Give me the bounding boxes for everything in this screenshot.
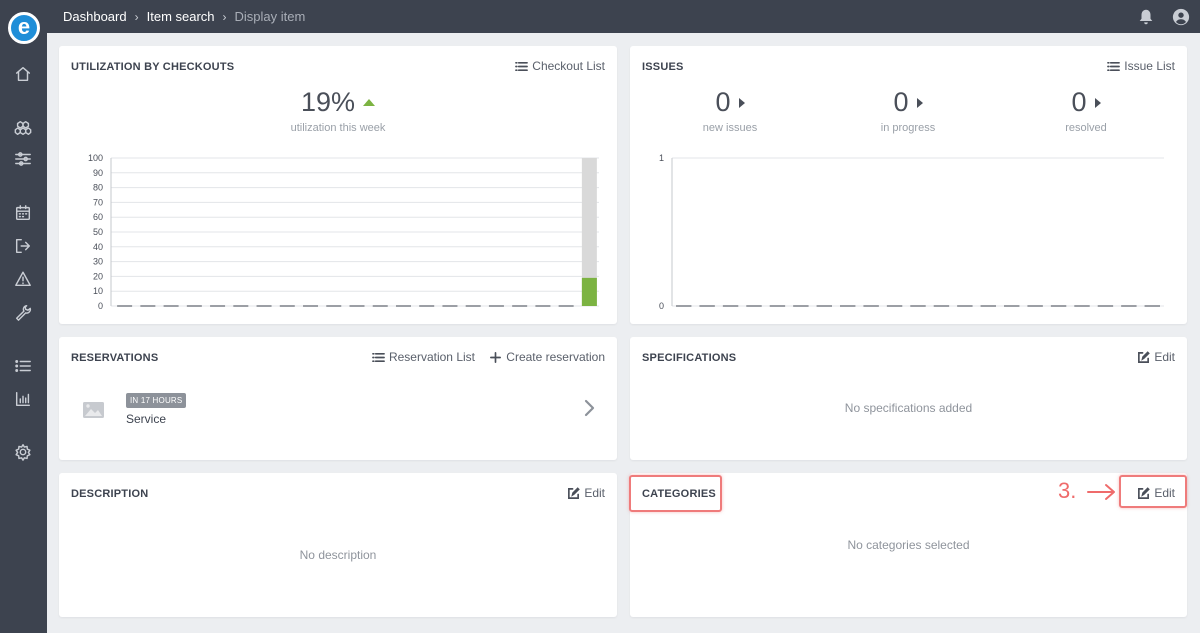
y-tick-label: 30	[93, 257, 103, 267]
categories-empty: No categories selected	[847, 538, 970, 552]
y-tick-label: 60	[93, 212, 103, 222]
chevron-right-icon	[1094, 97, 1101, 108]
y-tick-label: 0	[98, 301, 103, 311]
trend-up-icon	[363, 99, 376, 106]
issue-list-link[interactable]: Issue List	[1107, 59, 1175, 73]
reservation-list-label: Reservation List	[388, 350, 475, 364]
new-issues-count: 0	[715, 87, 731, 117]
reservation-list-link[interactable]: Reservation List	[372, 350, 475, 364]
y-tick-label: 100	[88, 153, 103, 163]
breadcrumb: Dashboard › Item search › Display item	[63, 0, 305, 33]
y-tick-label: 0	[659, 301, 664, 311]
description-edit-button[interactable]: Edit	[567, 486, 605, 500]
new-issues-label: new issues	[702, 122, 758, 134]
description-card: DESCRIPTION Edit No description	[59, 473, 617, 617]
breadcrumb-separator: ›	[134, 9, 139, 24]
edit-icon	[568, 486, 581, 499]
list-icon	[1107, 61, 1121, 71]
resolved-count: 0	[1071, 87, 1087, 117]
specifications-card: SPECIFICATIONS Edit No specifications ad…	[630, 337, 1187, 460]
y-tick-label: 1	[659, 153, 664, 163]
list-icon[interactable]	[12, 355, 34, 377]
edit-icon	[1138, 350, 1151, 363]
reservation-name: Service	[126, 412, 167, 426]
description-empty: No description	[299, 548, 377, 562]
utilization-chart-svg: 1009080706050403020100	[88, 153, 599, 311]
specifications-edit-button[interactable]: Edit	[1137, 350, 1175, 364]
checkout-list-link[interactable]: Checkout List	[515, 59, 605, 73]
y-tick-label: 90	[93, 168, 103, 178]
warning-icon[interactable]	[12, 268, 34, 290]
y-tick-label: 70	[93, 197, 103, 207]
arrow-right-icon	[1087, 484, 1115, 500]
issues-title: ISSUES	[642, 61, 684, 73]
list-icon	[515, 61, 529, 71]
in-progress-count: 0	[893, 87, 909, 117]
filters-icon[interactable]	[12, 148, 34, 170]
reservation-time-badge: IN 17 HOURS	[126, 393, 187, 408]
y-tick-label: 10	[93, 286, 103, 296]
in-progress-label: in progress	[880, 122, 936, 134]
reservations-title: RESERVATIONS	[71, 352, 159, 364]
breadcrumb-display-item: Display item	[234, 9, 306, 24]
y-tick-label: 50	[93, 227, 103, 237]
reports-icon[interactable]	[12, 388, 34, 410]
calendar-icon[interactable]	[12, 202, 34, 224]
categories-title-highlight	[629, 475, 722, 512]
y-tick-label: 40	[93, 242, 103, 252]
breadcrumb-dashboard[interactable]: Dashboard	[63, 9, 127, 24]
breadcrumb-separator: ›	[222, 9, 227, 24]
settings-icon[interactable]	[12, 441, 34, 463]
list-icon	[372, 352, 385, 362]
user-avatar-icon[interactable]	[1171, 7, 1191, 27]
step-number-label: 3.	[1058, 478, 1077, 503]
issues-stat-resolved[interactable]: 0 resolved	[996, 87, 1176, 134]
utilization-percent: 19%	[300, 87, 356, 117]
specifications-edit-label: Edit	[1154, 350, 1175, 364]
specifications-empty: No specifications added	[844, 401, 973, 415]
reservations-card: RESERVATIONS Reservation List Create res…	[59, 337, 617, 460]
utilization-card: UTILIZATION BY CHECKOUTS Checkout List 1…	[59, 46, 617, 324]
utilization-value: 19%	[59, 87, 617, 118]
description-edit-label: Edit	[584, 486, 605, 500]
specifications-title: SPECIFICATIONS	[642, 352, 737, 364]
bar-value	[581, 277, 597, 306]
breadcrumb-item-search[interactable]: Item search	[147, 9, 215, 24]
description-title: DESCRIPTION	[71, 488, 149, 500]
y-tick-label: 80	[93, 183, 103, 193]
utilization-subtitle: utilization this week	[290, 122, 386, 134]
image-placeholder-icon	[83, 402, 104, 418]
items-icon[interactable]	[12, 117, 34, 139]
issues-card: ISSUES Issue List 0 new issues 0 in prog…	[630, 46, 1187, 324]
app-logo[interactable]: e	[8, 12, 40, 44]
checkout-list-label: Checkout List	[532, 59, 605, 73]
resolved-label: resolved	[1065, 122, 1107, 134]
utilization-title: UTILIZATION BY CHECKOUTS	[71, 61, 235, 73]
home-icon[interactable]	[12, 63, 34, 85]
reservation-item[interactable]: IN 17 HOURS Service	[59, 387, 617, 439]
chevron-right-icon	[916, 97, 923, 108]
issue-list-label: Issue List	[1124, 59, 1175, 73]
bell-icon[interactable]	[1136, 7, 1156, 27]
categories-edit-highlight	[1119, 475, 1187, 508]
chevron-right-icon	[738, 97, 745, 108]
issues-stat-in-progress[interactable]: 0 in progress	[818, 87, 998, 134]
create-reservation-label: Create reservation	[506, 350, 605, 364]
checkout-icon[interactable]	[12, 235, 34, 257]
issues-chart: 10	[650, 150, 1174, 314]
y-tick-label: 20	[93, 271, 103, 281]
top-bar: Dashboard › Item search › Display item	[47, 0, 1200, 33]
plus-icon	[490, 351, 502, 363]
issues-chart-svg: 10	[659, 153, 1164, 311]
issues-stat-new[interactable]: 0 new issues	[640, 87, 820, 134]
create-reservation-button[interactable]: Create reservation	[489, 350, 605, 364]
sidebar: e	[0, 0, 47, 633]
utilization-chart: 100 90 80 70 60 50 40 30 20 10 0	[79, 150, 603, 314]
wrench-icon[interactable]	[12, 301, 34, 323]
chevron-right-icon	[584, 399, 595, 417]
